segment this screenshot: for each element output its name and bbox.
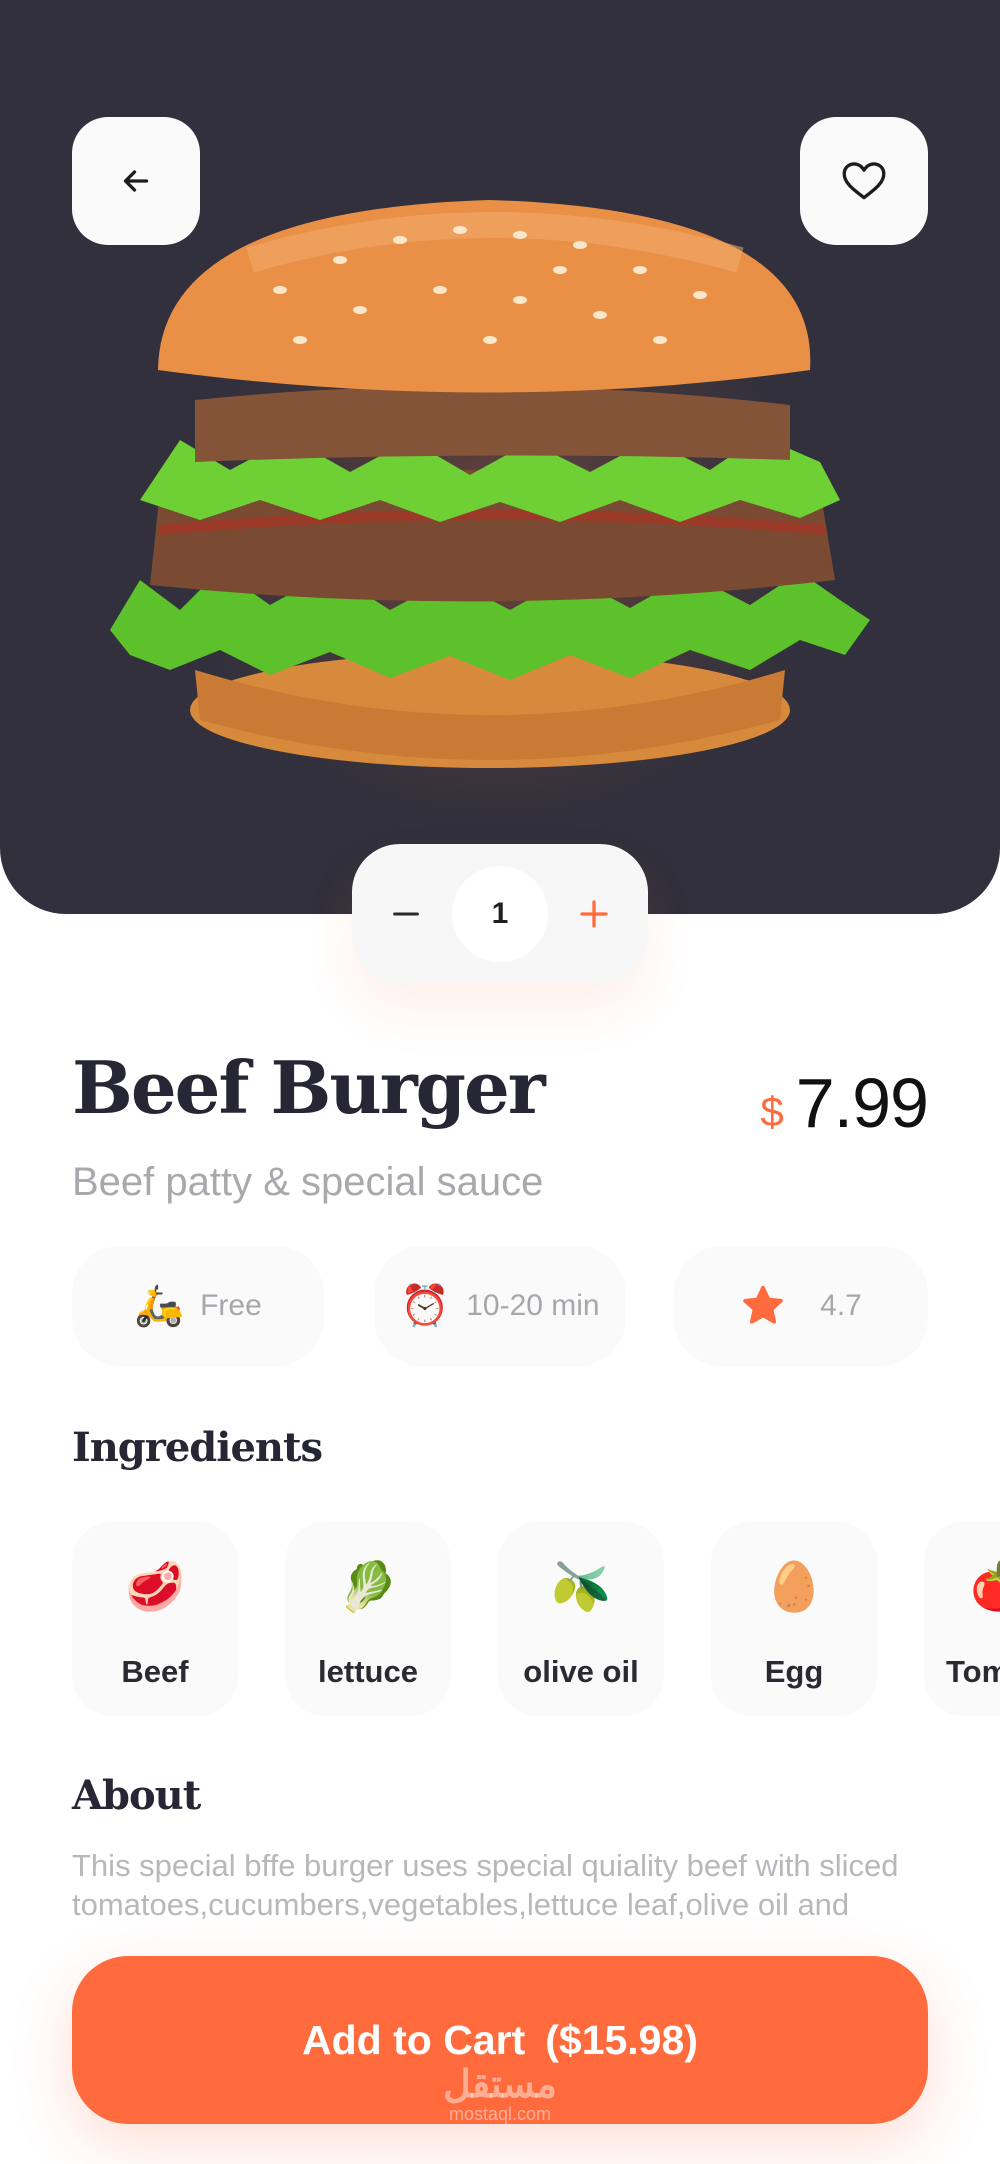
burger-image — [110, 200, 870, 768]
ingredient-label: lettuce — [318, 1654, 418, 1689]
olive-oil-icon: 🫒 — [551, 1561, 611, 1614]
price-currency: $ — [760, 1088, 784, 1135]
meat-icon: 🥩 — [125, 1561, 185, 1614]
time-info-chip: ⏰ 10-20 min — [374, 1246, 626, 1366]
ingredient-label: Tom — [946, 1654, 1000, 1689]
quantity-value: 1 — [452, 866, 548, 962]
back-button[interactable] — [72, 117, 200, 245]
ingredient-card-lettuce[interactable]: 🥬 lettuce — [285, 1522, 451, 1716]
cart-total: ($15.98) — [545, 2016, 698, 2063]
ingredient-label: Beef — [121, 1654, 189, 1689]
about-heading: About — [72, 1772, 201, 1819]
scooter-icon: 🛵 — [134, 1284, 185, 1328]
favorite-button[interactable] — [800, 117, 928, 245]
rating-text: 4.7 — [820, 1289, 862, 1322]
minus-icon — [393, 912, 419, 916]
price-value: 7.99 — [795, 1064, 929, 1142]
decrease-quantity-button[interactable] — [366, 874, 446, 954]
watermark-logo: مستقل — [443, 2064, 557, 2106]
ingredient-card-beef[interactable]: 🥩 Beef — [72, 1522, 238, 1716]
time-text: 10-20 min — [466, 1289, 600, 1322]
cart-label: Add to Cart — [302, 2016, 526, 2063]
content-fade — [0, 1920, 1000, 1950]
ingredient-card-egg[interactable]: 🥚 Egg — [711, 1522, 877, 1716]
delivery-info-chip: 🛵 Free — [72, 1246, 324, 1366]
ingredient-label: olive oil — [523, 1654, 639, 1689]
arrow-left-icon — [123, 170, 149, 192]
delivery-text: Free — [200, 1289, 262, 1322]
egg-icon: 🥚 — [764, 1561, 824, 1614]
rating-info-chip: 4.7 — [674, 1246, 928, 1366]
product-price: $ 7.99 — [760, 1064, 929, 1142]
quantity-stepper: 1 — [352, 844, 648, 984]
ingredient-card-olive-oil[interactable]: 🫒 olive oil — [498, 1522, 664, 1716]
ingredient-card-tomato[interactable]: 🍅 Tom — [924, 1522, 1000, 1716]
increase-quantity-button[interactable] — [554, 874, 634, 954]
product-description: Beef patty & special sauce — [72, 1160, 544, 1204]
tomato-icon: 🍅 — [970, 1561, 1000, 1614]
plus-icon — [580, 900, 608, 928]
ingredients-heading: Ingredients — [72, 1424, 323, 1471]
lettuce-icon: 🥬 — [338, 1561, 398, 1614]
star-icon — [743, 1285, 783, 1324]
hero-section — [0, 0, 1000, 914]
product-title: Beef Burger — [72, 1045, 546, 1130]
heart-icon — [842, 162, 886, 200]
ingredient-label: Egg — [764, 1654, 824, 1689]
watermark-site: mostaql.com — [448, 2104, 552, 2124]
alarm-clock-icon: ⏰ — [400, 1284, 451, 1328]
